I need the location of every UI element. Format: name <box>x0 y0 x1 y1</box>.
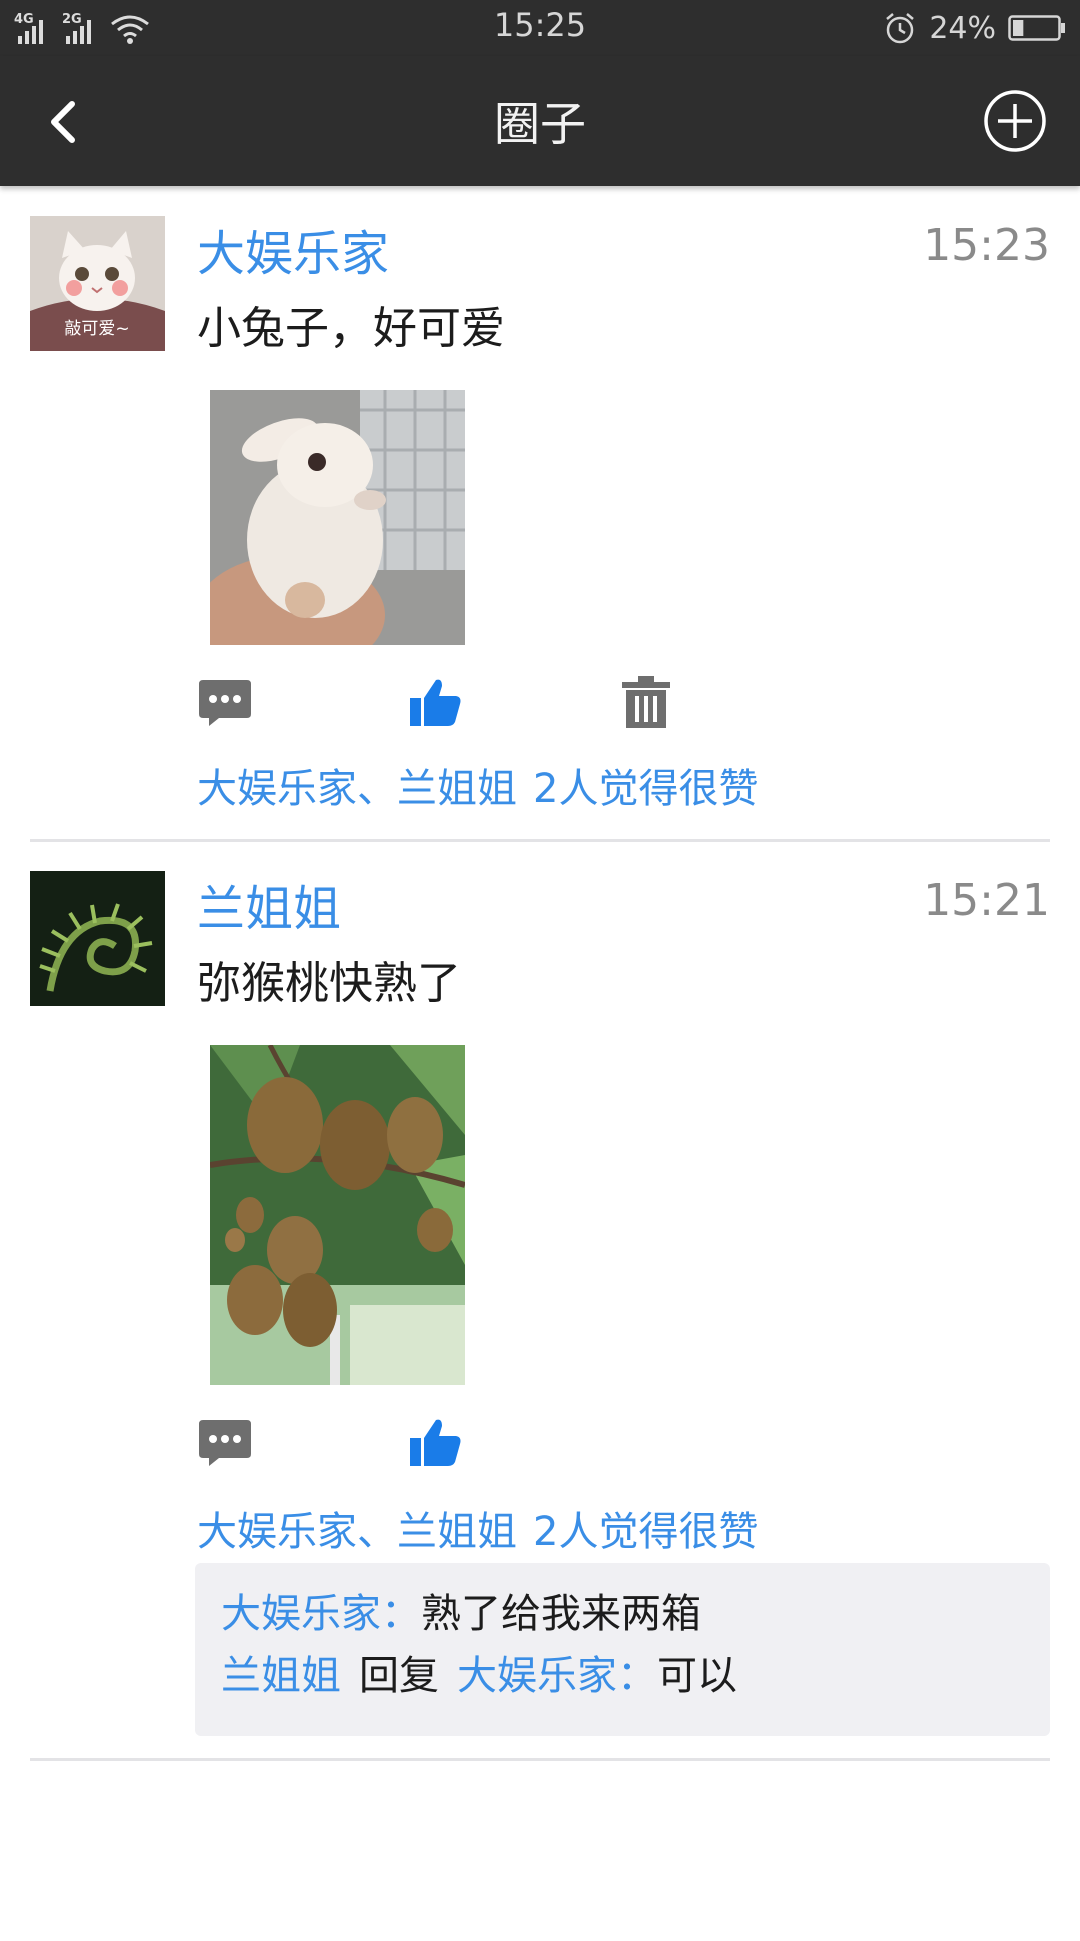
post-image[interactable] <box>210 390 465 645</box>
comment-icon <box>199 680 251 726</box>
page-title: 圈子 <box>494 97 586 151</box>
plus-circle-icon <box>984 90 1046 152</box>
alarm-icon <box>886 13 915 44</box>
post-time: 15:23 <box>923 220 1050 271</box>
avatar[interactable]: 敲可爱~ <box>30 216 165 351</box>
post-text: 小兔子，好可爱 <box>197 303 505 354</box>
avatar-caption: 敲可爱~ <box>64 319 129 339</box>
comment-row[interactable]: 兰姐姐 回复 大娱乐家：可以 <box>221 1643 1050 1705</box>
comment-icon <box>199 1420 251 1466</box>
comment-text: 可以 <box>657 1653 737 1699</box>
comment-user[interactable]: 兰姐姐 <box>221 1653 341 1699</box>
delete-icon <box>622 676 670 728</box>
comment-row[interactable]: 大娱乐家：熟了给我来两箱 <box>221 1581 1050 1643</box>
like-button[interactable] <box>408 1414 464 1470</box>
comments-box: 大娱乐家：熟了给我来两箱 兰姐姐 回复 大娱乐家：可以 <box>195 1563 1050 1736</box>
status-right: 24% <box>883 8 1066 48</box>
likes-names[interactable]: 大娱乐家、兰姐姐 <box>197 766 517 812</box>
status-bar: 4G 2G 15:25 24% <box>0 0 1080 56</box>
post-time: 15:21 <box>923 875 1050 926</box>
feed: 敲可爱~ 大娱乐家 15:23 小兔子，好可爱 大娱乐家、兰姐姐 2人觉得很赞 … <box>0 186 1080 1941</box>
likes-line: 大娱乐家、兰姐姐 2人觉得很赞 <box>197 1499 758 1557</box>
delete-button[interactable] <box>618 674 674 730</box>
fern-avatar-image <box>30 871 165 1006</box>
comment-button[interactable] <box>197 1414 253 1470</box>
like-icon <box>410 1419 461 1466</box>
title-bar: 圈子 <box>0 56 1080 186</box>
comment-button[interactable] <box>197 674 253 730</box>
post-item: 兰姐姐 15:21 弥猴桃快熟了 大娱乐家、兰姐姐 2人觉得很赞 大娱乐家：熟了… <box>0 841 1080 1941</box>
post-image[interactable] <box>210 1045 465 1385</box>
post-username[interactable]: 兰姐姐 <box>197 869 341 939</box>
likes-line: 大娱乐家、兰姐姐 2人觉得很赞 <box>197 756 758 814</box>
battery-icon <box>1008 15 1065 41</box>
comment-user[interactable]: 大娱乐家： <box>221 1591 421 1637</box>
divider <box>30 1758 1050 1761</box>
like-icon <box>410 679 461 726</box>
comment-reply-label: 回复 <box>359 1653 439 1699</box>
kiwi-photo <box>210 1045 465 1385</box>
likes-count: 2人觉得很赞 <box>533 766 759 812</box>
cat-avatar-image: 敲可爱~ <box>30 216 165 351</box>
post-text: 弥猴桃快熟了 <box>197 958 461 1009</box>
post-username[interactable]: 大娱乐家 <box>197 214 389 284</box>
likes-count: 2人觉得很赞 <box>533 1509 759 1555</box>
post-item: 敲可爱~ 大娱乐家 15:23 小兔子，好可爱 大娱乐家、兰姐姐 2人觉得很赞 <box>0 186 1080 842</box>
battery-percent: 24% <box>929 10 996 46</box>
comment-text: 熟了给我来两箱 <box>421 1591 701 1637</box>
comment-reply-target[interactable]: 大娱乐家： <box>457 1653 657 1699</box>
add-post-button[interactable] <box>980 86 1050 156</box>
like-button[interactable] <box>408 674 464 730</box>
rabbit-photo <box>210 390 465 645</box>
avatar[interactable] <box>30 871 165 1006</box>
likes-names[interactable]: 大娱乐家、兰姐姐 <box>197 1509 517 1555</box>
